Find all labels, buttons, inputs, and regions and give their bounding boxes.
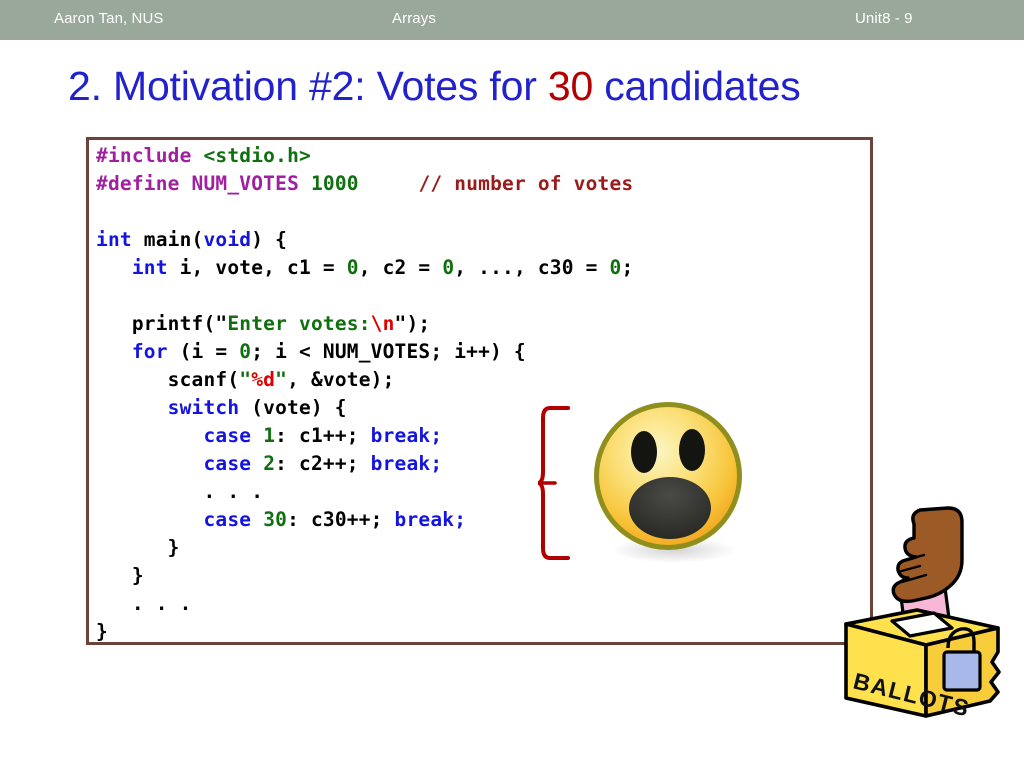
code-line: printf("Enter votes:\n"); [96,312,431,335]
code-line: . . . [131,592,192,615]
title-suffix: candidates [593,63,801,109]
title-prefix: 2. Motivation #2: Votes for [68,63,548,109]
code-line: scanf("%d", &vote); [96,368,395,391]
code-line: case 30: c30++; break; [203,508,467,531]
code-line: } [131,564,144,587]
shocked-face-icon [594,402,742,563]
code-line: #include <stdio.h> [96,144,311,167]
code-line: int main(void) { [96,228,288,251]
code-line: } [96,620,108,643]
code-line: #define NUM_VOTES 1000 // number of vote… [96,172,634,195]
header-author: Aaron Tan, NUS [54,10,164,27]
grouping-brace-icon [538,406,570,560]
code-line: . . . [203,480,264,503]
header-topic: Arrays [392,10,436,27]
slide-header-bar: Aaron Tan, NUS Arrays Unit8 - 9 [0,0,1024,40]
ballot-box-icon: BALLOTS [844,506,1001,722]
code-line: case 1: c1++; break; [203,424,443,447]
code-line: int i, vote, c1 = 0, c2 = 0, ..., c30 = … [131,256,634,279]
code-listing: #include <stdio.h> #define NUM_VOTES 100… [96,142,633,646]
code-line: case 2: c2++; break; [203,452,443,475]
code-line: } [167,536,180,559]
title-accent-number: 30 [547,63,594,109]
code-line: for (i = 0; i < NUM_VOTES; i++) { [131,340,526,363]
header-unit-number: Unit8 - 9 [855,10,913,27]
code-line: switch (vote) { [167,396,347,419]
page-title: 2. Motivation #2: Votes for 30 candidate… [68,63,801,110]
